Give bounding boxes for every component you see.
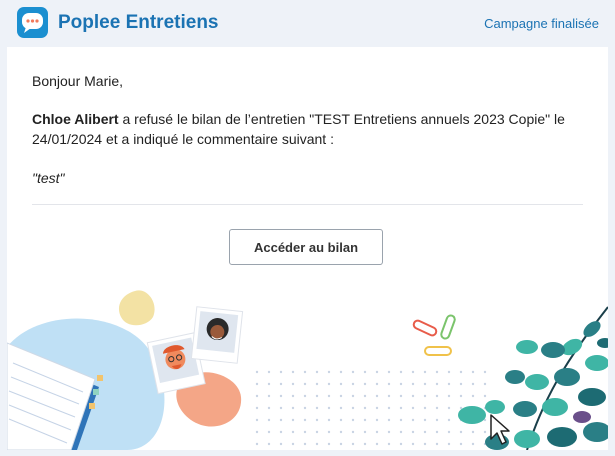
avatar-photo-woman-icon [190,306,244,364]
header: Poplee Entretiens Campagne finalisée [0,0,615,46]
campaign-status-link[interactable]: Campagne finalisée [484,16,599,31]
plant-leaves-icon [458,306,608,450]
chat-bubble-icon [17,7,48,38]
paperclip-icon [412,314,456,356]
email-card: Bonjour Marie, Chloe Alibert a refusé le… [7,47,608,450]
app-title: Poplee Entretiens [58,12,219,33]
dot-grid-pattern [255,370,487,446]
decorative-illustration [7,290,608,450]
yellow-blob-shape [118,290,155,326]
